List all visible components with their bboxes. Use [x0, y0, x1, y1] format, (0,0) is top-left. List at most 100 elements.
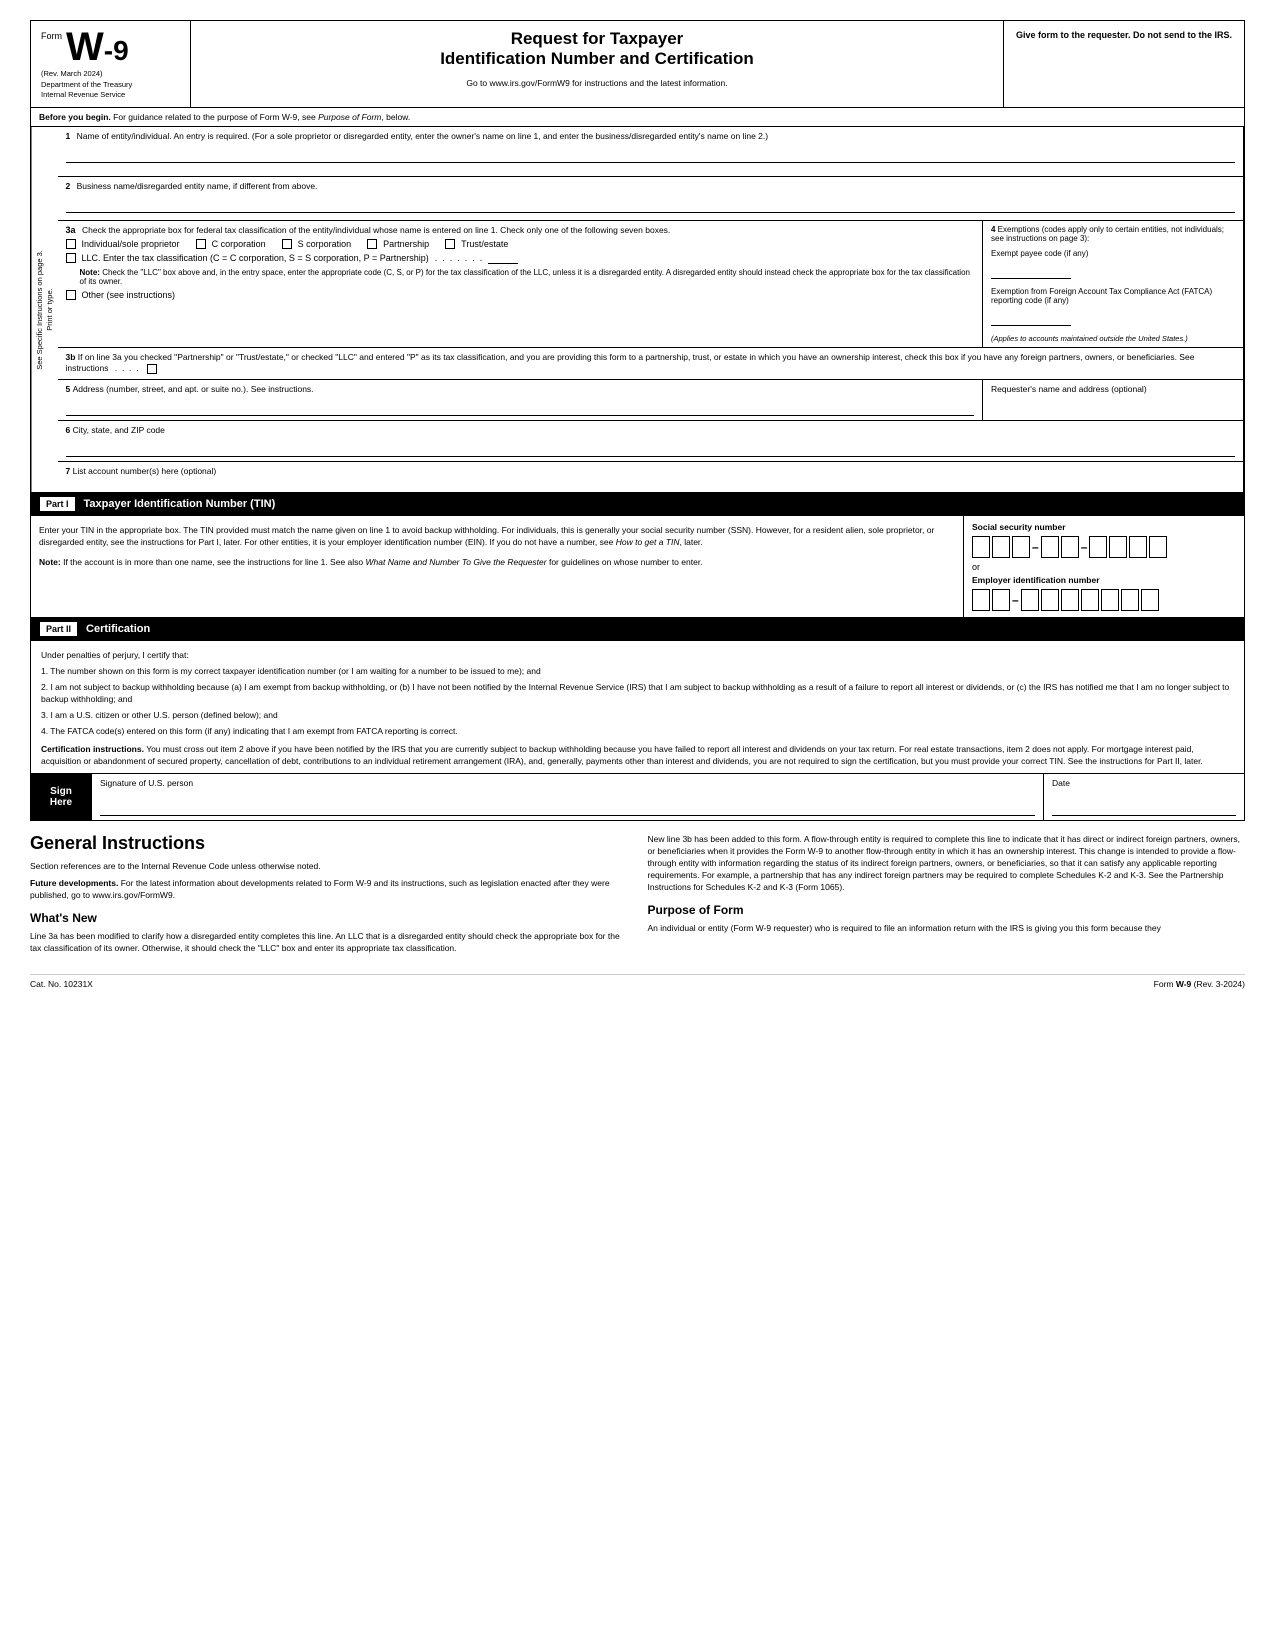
- ein-group1: [972, 589, 1010, 611]
- tin-right: Social security number – – or Employer i…: [964, 516, 1244, 617]
- field6-input[interactable]: [66, 439, 1236, 457]
- field-4-section: 4 Exemptions (codes apply only to certai…: [983, 221, 1243, 347]
- gi-future-label: Future developments.: [30, 878, 118, 888]
- dept-text: Department of the Treasury: [41, 80, 180, 91]
- cb-individual-row: Individual/sole proprietor C corporation…: [66, 239, 975, 249]
- ein-box-9[interactable]: [1141, 589, 1159, 611]
- cert-1-text: 1. The number shown on this form is my c…: [41, 666, 541, 676]
- gi-whatsnew-title: What's New: [30, 910, 628, 927]
- cb-3b[interactable]: [147, 364, 157, 374]
- cert-item-4: 4. The FATCA code(s) entered on this for…: [41, 726, 1234, 738]
- sign-date-area: Date: [1044, 774, 1244, 820]
- cb-partnership[interactable]: [367, 239, 377, 249]
- tin-left: Enter your TIN in the appropriate box. T…: [31, 516, 964, 617]
- form-main-title-line2: Identification Number and Certification: [211, 49, 983, 69]
- ssn-box-8[interactable]: [1129, 536, 1147, 558]
- field4-header: 4 Exemptions (codes apply only to certai…: [991, 225, 1235, 243]
- field2-number: 2: [66, 181, 71, 191]
- or-text: or: [972, 562, 1236, 572]
- part2-label: Part II: [39, 621, 78, 637]
- w-letter: W: [66, 25, 104, 69]
- part1-label: Part I: [39, 496, 76, 512]
- signature-line[interactable]: [100, 792, 1035, 816]
- form-title-block: Form W-9: [41, 27, 180, 67]
- fatca-label: Exemption from Foreign Account Tax Compl…: [991, 287, 1235, 305]
- cert-item-3: 3. I am a U.S. citizen or other U.S. per…: [41, 710, 1234, 722]
- requester-label: Requester's name and address (optional): [991, 384, 1235, 394]
- part2-header: Part II Certification: [30, 618, 1245, 641]
- cb-individual[interactable]: [66, 239, 76, 249]
- field2-input[interactable]: [66, 195, 1236, 213]
- gi-purpose-text: An individual or entity (Form W-9 reques…: [648, 923, 1246, 935]
- ssn-box-3[interactable]: [1012, 536, 1030, 558]
- ssn-box-5[interactable]: [1061, 536, 1079, 558]
- nine-number: -9: [104, 35, 129, 66]
- ssn-box-6[interactable]: [1089, 536, 1107, 558]
- field3a-label: Check the appropriate box for federal ta…: [82, 225, 670, 235]
- ssn-group1: [972, 536, 1030, 558]
- field5-number: 5: [66, 384, 73, 394]
- llc-input[interactable]: [488, 253, 518, 264]
- tin-instructions: Enter your TIN in the appropriate box. T…: [39, 525, 955, 549]
- main-body: See Specific Instructions on page 3. Pri…: [30, 127, 1245, 494]
- ssn-box-4[interactable]: [1041, 536, 1059, 558]
- cert-3-text: 3. I am a U.S. citizen or other U.S. per…: [41, 710, 278, 720]
- gi-whatsnew-text: Line 3a has been modified to clarify how…: [30, 931, 628, 955]
- header-right: Give form to the requester. Do not send …: [1004, 21, 1244, 107]
- cb-trust[interactable]: [445, 239, 455, 249]
- fatca-input[interactable]: [991, 308, 1071, 326]
- cb-scorp-label: S corporation: [298, 239, 352, 249]
- cert-item-2: 2. I am not subject to backup withholdin…: [41, 682, 1234, 706]
- date-line[interactable]: [1052, 792, 1236, 816]
- ssn-box-9[interactable]: [1149, 536, 1167, 558]
- footer: Cat. No. 10231X Form W-9 (Rev. 3-2024): [30, 974, 1245, 989]
- llc-dots: . . . . . . .: [435, 253, 483, 263]
- rev-date: (Rev. March 2024): [41, 69, 180, 80]
- field5-input[interactable]: [66, 398, 975, 416]
- cb-partnership-label: Partnership: [383, 239, 429, 249]
- cb-other-row: Other (see instructions): [66, 290, 975, 300]
- ssn-box-1[interactable]: [972, 536, 990, 558]
- give-form-text: Give form to the requester. Do not send …: [1016, 30, 1232, 40]
- ein-box-7[interactable]: [1101, 589, 1119, 611]
- ein-box-4[interactable]: [1041, 589, 1059, 611]
- llc-row: LLC. Enter the tax classification (C = C…: [66, 253, 975, 264]
- ein-box-5[interactable]: [1061, 589, 1079, 611]
- cb-ccorp-label: C corporation: [212, 239, 266, 249]
- field-3a-4-row: 3a Check the appropriate box for federal…: [58, 221, 1244, 348]
- exempt-payee-input[interactable]: [991, 261, 1071, 279]
- field1-input[interactable]: [66, 145, 1236, 163]
- field-1: 1 Name of entity/individual. An entry is…: [58, 127, 1244, 177]
- irs-text: Internal Revenue Service: [41, 90, 180, 101]
- ein-box-3[interactable]: [1021, 589, 1039, 611]
- part2-title: Certification: [86, 623, 150, 635]
- field4-number: 4: [991, 225, 998, 234]
- gi-left: General Instructions Section references …: [30, 831, 628, 957]
- ein-box-1[interactable]: [972, 589, 990, 611]
- form-word: Form: [41, 31, 62, 41]
- cb-ccorp[interactable]: [196, 239, 206, 249]
- ein-box-2[interactable]: [992, 589, 1010, 611]
- ein-box-6[interactable]: [1081, 589, 1099, 611]
- fatca-block: Exemption from Foreign Account Tax Compl…: [991, 287, 1235, 326]
- form-main-title-line1: Request for Taxpayer: [211, 29, 983, 49]
- footer-cat: Cat. No. 10231X: [30, 979, 93, 989]
- before-begin-text: For guidance related to the purpose of F…: [113, 112, 410, 122]
- form-id-box: Form W-9 (Rev. March 2024) Department of…: [31, 21, 191, 107]
- ein-label: Employer identification number: [972, 575, 1236, 585]
- ein-box-8[interactable]: [1121, 589, 1139, 611]
- ssn-box-7[interactable]: [1109, 536, 1127, 558]
- cb-individual-label: Individual/sole proprietor: [82, 239, 180, 249]
- field4-label: Exemptions (codes apply only to certain …: [991, 225, 1224, 243]
- llc-label: LLC. Enter the tax classification (C = C…: [82, 253, 429, 263]
- field3b-text: If on line 3a you checked "Partnership" …: [66, 352, 1195, 374]
- cert-4-text: 4. The FATCA code(s) entered on this for…: [41, 726, 458, 736]
- tin-note: Note: If the account is in more than one…: [39, 557, 955, 569]
- cb-llc[interactable]: [66, 253, 76, 263]
- cb-scorp[interactable]: [282, 239, 292, 249]
- field6-label: City, state, and ZIP code: [73, 425, 165, 435]
- form-subtitle-block: (Rev. March 2024) Department of the Trea…: [41, 69, 180, 101]
- field-3b: 3b If on line 3a you checked "Partnershi…: [58, 348, 1244, 381]
- ssn-box-2[interactable]: [992, 536, 1010, 558]
- cb-other[interactable]: [66, 290, 76, 300]
